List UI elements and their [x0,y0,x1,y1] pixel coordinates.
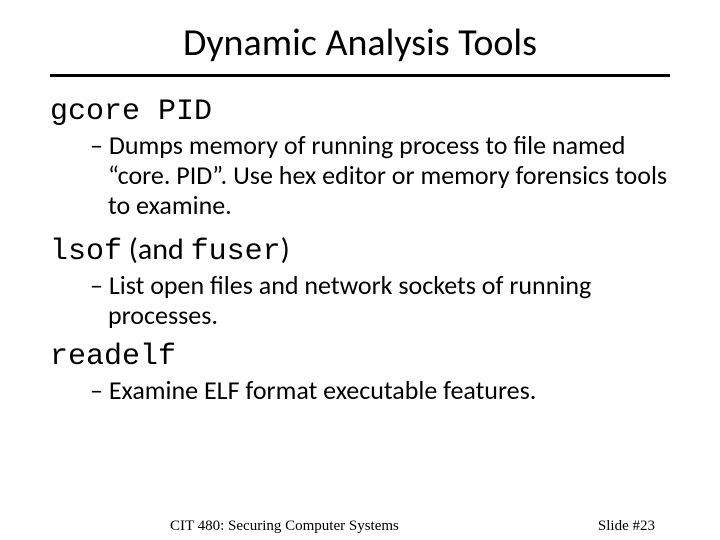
command-gcore: gcore PID [50,95,670,129]
slide-title: Dynamic Analysis Tools [50,20,670,77]
command-lsof: lsof (and fuser) [50,231,670,269]
desc-gcore: Dumps memory of running process to file … [50,131,670,221]
command-readelf: readelf [50,340,670,374]
cmd-lsof-text: lsof [50,235,122,269]
footer-course: CIT 480: Securing Computer Systems [170,518,399,535]
desc-lsof: List open files and network sockets of r… [50,271,670,331]
desc-readelf: Examine ELF format executable features. [50,376,670,406]
cmd-lsof-and: (and [122,231,191,268]
footer-slide-number: Slide #23 [598,518,655,535]
cmd-fuser-text: fuser [191,235,281,269]
cmd-lsof-close: ) [281,231,290,268]
slide: Dynamic Analysis Tools gcore PID Dumps m… [0,0,720,540]
